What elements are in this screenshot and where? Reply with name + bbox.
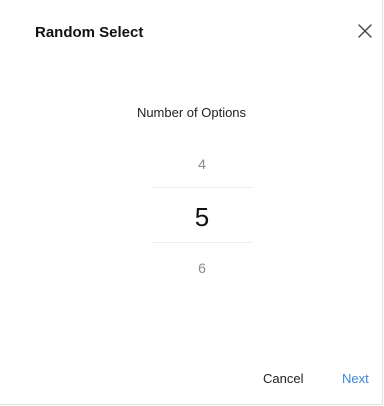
picker-option-selected[interactable]: 5 [152, 202, 252, 233]
cancel-button[interactable]: Cancel [263, 371, 303, 386]
number-of-options-label: Number of Options [136, 105, 247, 120]
random-select-dialog: Random Select Number of Options 4 5 6 Ca… [0, 0, 383, 405]
close-icon [356, 22, 374, 40]
picker-option-previous[interactable]: 4 [152, 156, 252, 172]
close-button[interactable] [356, 22, 374, 40]
picker-option-next[interactable]: 6 [152, 260, 252, 276]
dialog-title: Random Select [35, 24, 144, 41]
picker-divider-bottom [152, 242, 252, 243]
next-button[interactable]: Next [342, 371, 369, 386]
picker-divider-top [152, 187, 252, 188]
number-picker[interactable]: 4 5 6 [152, 146, 252, 296]
